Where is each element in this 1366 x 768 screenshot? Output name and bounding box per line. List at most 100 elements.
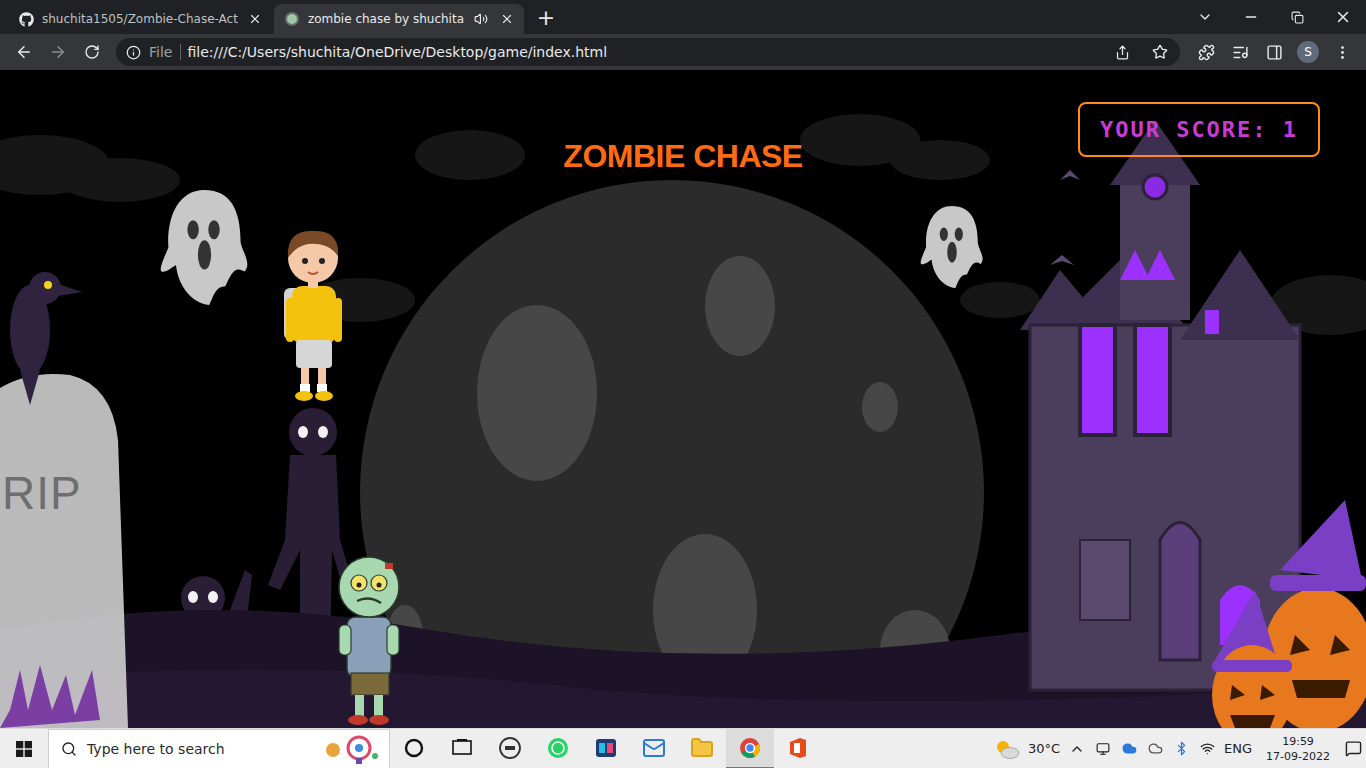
site-info[interactable]: File: [126, 44, 181, 60]
taskbar-app[interactable]: [582, 729, 630, 768]
more-icon: [1334, 44, 1351, 61]
minimize-button[interactable]: [1228, 0, 1274, 34]
info-icon: [126, 45, 141, 60]
tab-search-button[interactable]: [1182, 0, 1228, 34]
profile-button[interactable]: S: [1292, 36, 1324, 68]
tray-device[interactable]: [1094, 729, 1112, 768]
close-icon: [248, 12, 262, 26]
taskbar: Type here to search 30°C ENG 19:5917-09-202…: [0, 728, 1366, 768]
notifications-button[interactable]: [1344, 729, 1362, 768]
zombie-icon: [285, 12, 299, 26]
game-page: RIPZOMBIE CHASEYOUR SCORE: 1: [0, 70, 1366, 728]
dell-icon: [498, 736, 522, 760]
task-view-icon: [450, 736, 474, 760]
side-panel-button[interactable]: [1258, 36, 1290, 68]
star-icon: [1152, 44, 1168, 60]
taskbar-search[interactable]: Type here to search: [48, 729, 390, 768]
browser-tab[interactable]: zombie chase by shuchita: [274, 4, 524, 34]
reload-icon: [84, 44, 100, 60]
taskbar-app[interactable]: [390, 729, 438, 768]
tray-bluetooth[interactable]: [1172, 729, 1190, 768]
tombstone: [0, 374, 128, 728]
forward-button[interactable]: [42, 36, 74, 68]
mail-icon: [642, 736, 666, 760]
address-bar[interactable]: File file:///C:/Users/shuchita/OneDrive/D…: [116, 38, 1180, 66]
share-button[interactable]: [1106, 36, 1138, 68]
tray-onedrive[interactable]: [1120, 729, 1138, 768]
system-tray: 30°C ENG 19:5917-09-2022: [994, 729, 1366, 768]
close-window-button[interactable]: [1320, 0, 1366, 34]
arrow-right-icon: [49, 43, 67, 61]
office-icon: [786, 736, 810, 760]
menu-button[interactable]: [1326, 36, 1358, 68]
player-boy[interactable]: [278, 228, 348, 403]
reload-button[interactable]: [76, 36, 108, 68]
arrow-left-icon: [15, 43, 33, 61]
zombie-enemy: [333, 555, 405, 727]
search-icon: [61, 741, 77, 757]
tombstone-inscription: RIP: [2, 466, 82, 520]
media-button[interactable]: [1224, 36, 1256, 68]
bookmark-button[interactable]: [1144, 36, 1176, 68]
wifi-icon: [1200, 741, 1215, 756]
url-text[interactable]: file:///C:/Users/shuchita/OneDrive/Deskt…: [187, 44, 1100, 60]
tab-label: shuchita1505/Zombie-Chase-Act: [42, 12, 238, 26]
search-highlight-icon: [323, 734, 379, 764]
tab-audio[interactable]: [472, 10, 490, 28]
crow: [10, 272, 82, 405]
taskbar-app[interactable]: [534, 729, 582, 768]
media-icon: [1232, 44, 1249, 61]
side-panel-icon: [1266, 44, 1283, 61]
weather-temperature[interactable]: 30°C: [1028, 741, 1060, 756]
input-language[interactable]: ENG: [1224, 741, 1252, 756]
tab-close[interactable]: [498, 10, 516, 28]
close-icon: [1334, 8, 1352, 26]
chrome-icon: [738, 736, 762, 760]
screen: shuchita1505/Zombie-Chase-Act zombie chas…: [0, 0, 1366, 768]
taskbar-app[interactable]: [774, 729, 822, 768]
weather-icon: [994, 738, 1020, 760]
show-hidden-icons[interactable]: [1068, 729, 1086, 768]
search-placeholder: Type here to search: [87, 741, 313, 757]
pumpkins: [1212, 500, 1366, 728]
taskbar-app[interactable]: [438, 729, 486, 768]
windows-icon: [16, 741, 32, 757]
haunted-house: [1020, 120, 1300, 690]
ghost: [921, 206, 983, 288]
close-icon: [500, 12, 514, 26]
taskbar-app[interactable]: [486, 729, 534, 768]
tab-close[interactable]: [246, 10, 264, 28]
monitor-icon: [1096, 742, 1110, 756]
bluetooth-icon: [1174, 741, 1189, 756]
speaker-icon: [474, 12, 488, 26]
tray-app[interactable]: [1146, 729, 1164, 768]
toolbar: File file:///C:/Users/shuchita/OneDrive/D…: [0, 34, 1366, 70]
cloud-outline-icon: [1148, 741, 1163, 756]
tab-label: zombie chase by shuchita: [308, 12, 464, 26]
restore-icon: [1291, 11, 1304, 24]
tab-strip: shuchita1505/Zombie-Chase-Act zombie chas…: [0, 0, 1366, 34]
share-icon: [1115, 45, 1130, 60]
notification-icon: [1345, 740, 1362, 757]
ghost: [161, 190, 248, 305]
chevron-up-icon: [1069, 741, 1085, 757]
taskbar-app[interactable]: [678, 729, 726, 768]
start-button[interactable]: [0, 729, 48, 768]
clock-date: 17-09-2022: [1266, 749, 1330, 764]
game-title: ZOMBIE CHASE: [563, 136, 802, 176]
taskbar-app[interactable]: [630, 729, 678, 768]
whatsapp-icon: [546, 736, 570, 760]
chevron-down-icon: [1197, 9, 1213, 25]
browser-tab[interactable]: shuchita1505/Zombie-Chase-Act: [8, 4, 272, 34]
extensions-button[interactable]: [1190, 36, 1222, 68]
tray-network[interactable]: [1198, 729, 1216, 768]
back-button[interactable]: [8, 36, 40, 68]
store-icon: [594, 736, 618, 760]
restore-button[interactable]: [1274, 0, 1320, 34]
github-icon: [19, 12, 34, 27]
new-tab-button[interactable]: +: [532, 4, 560, 32]
cortana-icon: [402, 736, 426, 760]
taskbar-app[interactable]: [726, 729, 774, 768]
clock[interactable]: 19:5917-09-2022: [1260, 734, 1336, 764]
cloud-icon: [1122, 741, 1137, 756]
